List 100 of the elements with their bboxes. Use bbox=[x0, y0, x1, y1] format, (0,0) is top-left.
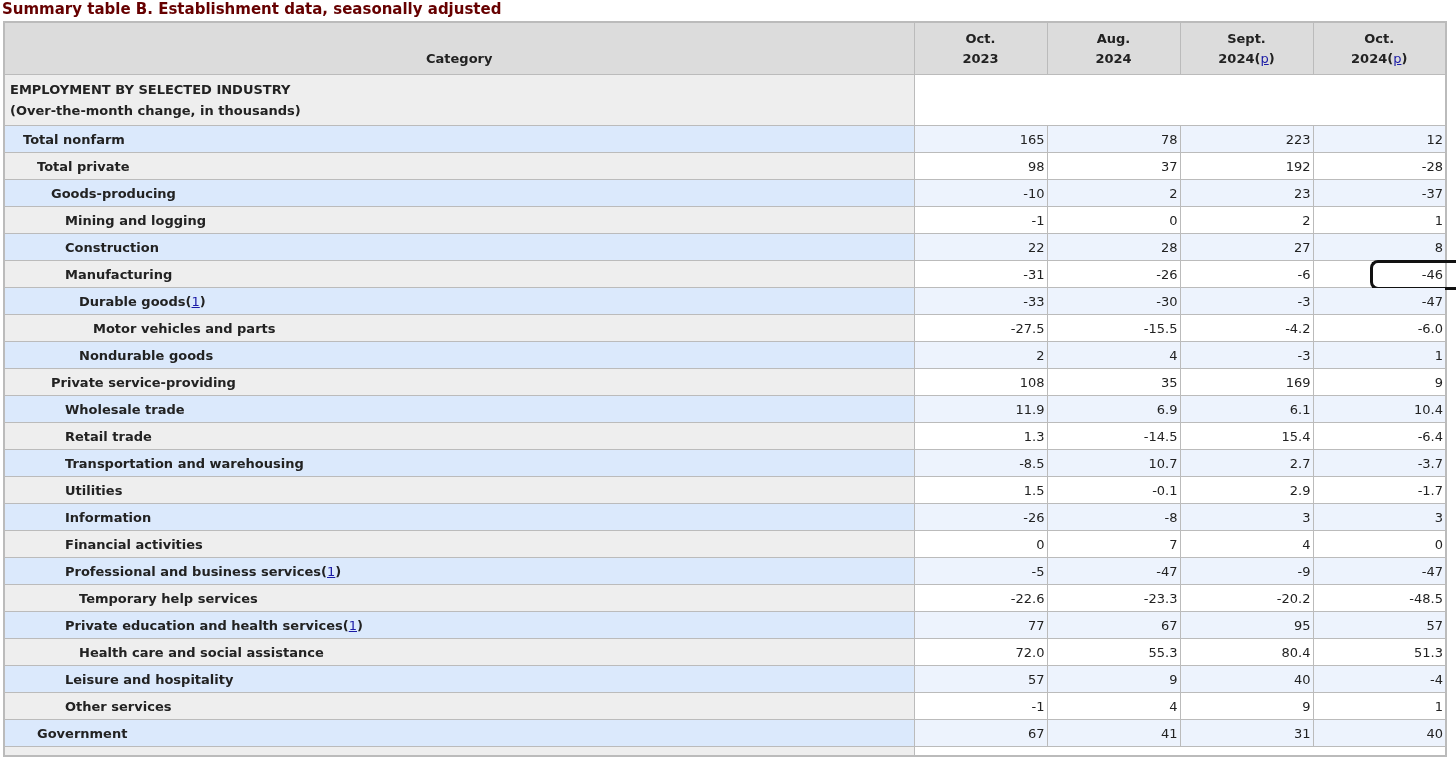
value-cell: 10.4 bbox=[1313, 395, 1446, 423]
category-cell: Construction bbox=[4, 233, 914, 261]
footnote-link[interactable]: 1 bbox=[348, 617, 357, 633]
value-cell: -22.6 bbox=[914, 584, 1047, 612]
value-cell: 27 bbox=[1180, 233, 1313, 261]
value-cell: 9 bbox=[1047, 665, 1180, 693]
value-cell: -27.5 bbox=[914, 314, 1047, 342]
value-cell: -1 bbox=[914, 206, 1047, 234]
value-cell: 72.0 bbox=[914, 638, 1047, 666]
column-header: Oct. 2023 bbox=[914, 22, 1047, 75]
value-cell: -3 bbox=[1180, 341, 1313, 369]
value-cell: 40 bbox=[1180, 665, 1313, 693]
value-cell: 55.3 bbox=[1047, 638, 1180, 666]
value-cell: 4 bbox=[1180, 530, 1313, 558]
category-cell: Retail trade bbox=[4, 422, 914, 450]
value-cell: 2 bbox=[914, 341, 1047, 369]
value-cell: 2 bbox=[1180, 206, 1313, 234]
footnote-link[interactable]: 1 bbox=[191, 293, 200, 309]
table-title: Summary table B. Establishment data, seasonally adjusted bbox=[2, 0, 503, 20]
value-cell: -30 bbox=[1047, 287, 1180, 315]
category-cell: Nondurable goods bbox=[4, 341, 914, 369]
value-cell: -6.0 bbox=[1313, 314, 1446, 342]
value-cell: 57 bbox=[914, 665, 1047, 693]
value-cell: 41 bbox=[1047, 719, 1180, 747]
category-cell: Motor vehicles and parts bbox=[4, 314, 914, 342]
value-cell: 6.9 bbox=[1047, 395, 1180, 423]
category-cell: Total nonfarm bbox=[4, 125, 914, 153]
value-cell: -8 bbox=[1047, 503, 1180, 531]
value-cell: 23 bbox=[1180, 179, 1313, 207]
value-cell: 7 bbox=[1047, 530, 1180, 558]
value-cell: -48.5 bbox=[1313, 584, 1446, 612]
category-cell: Health care and social assistance bbox=[4, 638, 914, 666]
value-cell: -23.3 bbox=[1047, 584, 1180, 612]
value-cell: -15.5 bbox=[1047, 314, 1180, 342]
value-cell: -26 bbox=[914, 503, 1047, 531]
value-cell: 98 bbox=[914, 152, 1047, 180]
value-cell: 78 bbox=[1047, 125, 1180, 153]
value-cell: -28 bbox=[1313, 152, 1446, 180]
value-cell: 22 bbox=[914, 233, 1047, 261]
value-cell: 2.9 bbox=[1180, 476, 1313, 504]
value-cell: 31 bbox=[1180, 719, 1313, 747]
value-cell: 12 bbox=[1313, 125, 1446, 153]
value-cell: -47 bbox=[1047, 557, 1180, 585]
value-cell: 67 bbox=[914, 719, 1047, 747]
value-cell: 8 bbox=[1313, 233, 1446, 261]
category-cell: Private service-providing bbox=[4, 368, 914, 396]
value-cell: 169 bbox=[1180, 368, 1313, 396]
value-cell: -6.4 bbox=[1313, 422, 1446, 450]
value-cell: 51.3 bbox=[1313, 638, 1446, 666]
value-cell: 40 bbox=[1313, 719, 1446, 747]
value-cell: -5 bbox=[914, 557, 1047, 585]
category-cell: Professional and business services(1) bbox=[4, 557, 914, 585]
value-cell: -37 bbox=[1313, 179, 1446, 207]
footnote-link[interactable]: 1 bbox=[327, 563, 336, 579]
value-cell: -4.2 bbox=[1180, 314, 1313, 342]
value-cell: 57 bbox=[1313, 611, 1446, 639]
category-cell: Temporary help services bbox=[4, 584, 914, 612]
category-cell: Goods-producing bbox=[4, 179, 914, 207]
category-cell: Wholesale trade bbox=[4, 395, 914, 423]
value-cell: 3 bbox=[1313, 503, 1446, 531]
value-cell: -3 bbox=[1180, 287, 1313, 315]
category-cell: Total private bbox=[4, 152, 914, 180]
value-cell: -1.7 bbox=[1313, 476, 1446, 504]
value-cell: -9 bbox=[1180, 557, 1313, 585]
value-cell: 4 bbox=[1047, 341, 1180, 369]
value-cell: 10.7 bbox=[1047, 449, 1180, 477]
value-cell: -14.5 bbox=[1047, 422, 1180, 450]
category-cell: Mining and logging bbox=[4, 206, 914, 234]
value-cell: -10 bbox=[914, 179, 1047, 207]
value-cell: 80.4 bbox=[1180, 638, 1313, 666]
value-cell: 108 bbox=[914, 368, 1047, 396]
value-cell: -31 bbox=[914, 260, 1047, 288]
value-cell: 2 bbox=[1047, 179, 1180, 207]
value-cell: 35 bbox=[1047, 368, 1180, 396]
value-cell: 15.4 bbox=[1180, 422, 1313, 450]
value-cell: 0 bbox=[1047, 206, 1180, 234]
column-header: Oct. 2024(p) bbox=[1313, 22, 1446, 75]
value-cell: 0 bbox=[1313, 530, 1446, 558]
value-cell: 37 bbox=[1047, 152, 1180, 180]
category-cell: Manufacturing bbox=[4, 260, 914, 288]
value-cell: -0.1 bbox=[1047, 476, 1180, 504]
value-cell: -47 bbox=[1313, 557, 1446, 585]
footnote-link[interactable]: p bbox=[1260, 51, 1269, 66]
value-cell: -8.5 bbox=[914, 449, 1047, 477]
value-cell: -6 bbox=[1180, 260, 1313, 288]
value-cell: -47 bbox=[1313, 287, 1446, 315]
value-cell: -33 bbox=[914, 287, 1047, 315]
value-cell: -1 bbox=[914, 692, 1047, 720]
section-heading: EMPLOYMENT BY SELECTED INDUSTRY (Over-the-month change, in thousands) bbox=[4, 74, 914, 126]
value-cell: 0 bbox=[914, 530, 1047, 558]
value-cell: 1 bbox=[1313, 692, 1446, 720]
value-cell: 1.5 bbox=[914, 476, 1047, 504]
value-cell: -26 bbox=[1047, 260, 1180, 288]
value-cell: 2.7 bbox=[1180, 449, 1313, 477]
category-cell: Financial activities bbox=[4, 530, 914, 558]
category-cell: Durable goods(1) bbox=[4, 287, 914, 315]
value-cell: 4 bbox=[1047, 692, 1180, 720]
value-cell: 6.1 bbox=[1180, 395, 1313, 423]
footnote-link[interactable]: p bbox=[1393, 51, 1402, 66]
value-cell: 67 bbox=[1047, 611, 1180, 639]
